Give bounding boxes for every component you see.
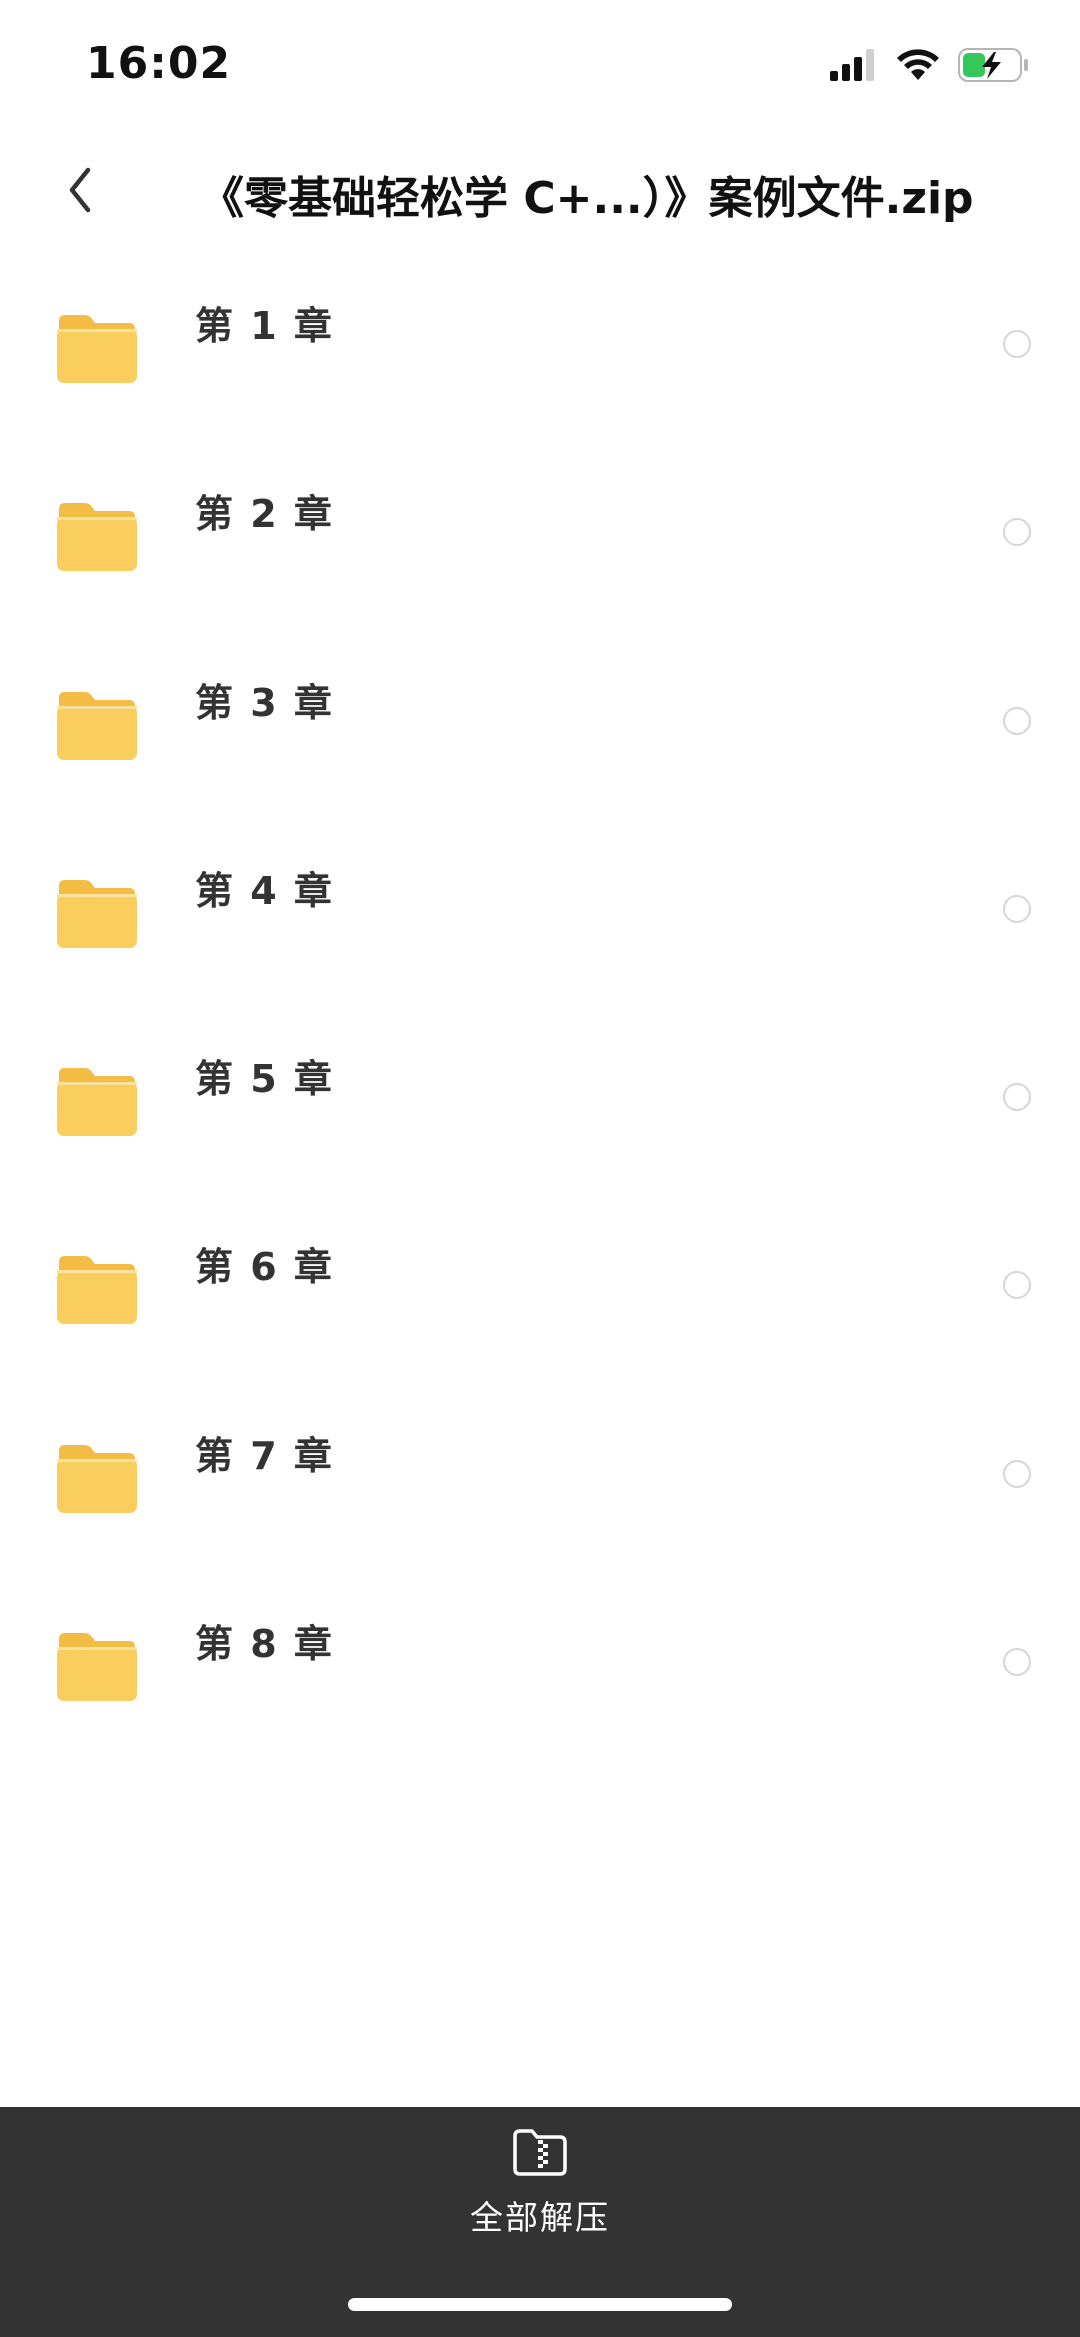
status-icons [830, 48, 1030, 82]
wifi-icon [897, 49, 939, 80]
folder-icon [57, 503, 137, 572]
list-item[interactable]: 第 8 章 [0, 1593, 1080, 1781]
extract-all-label: 全部解压 [470, 2198, 610, 2237]
list-item[interactable]: 第 4 章 [0, 840, 1080, 1028]
folder-icon [57, 691, 137, 760]
file-name: 第 8 章 [195, 1622, 334, 1667]
file-name: 第 1 章 [195, 304, 334, 348]
list-item[interactable]: 第 1 章 [0, 275, 1080, 463]
list-item[interactable]: 第 6 章 [0, 1216, 1080, 1404]
file-name: 第 3 章 [195, 680, 334, 725]
folder-icon [57, 1068, 137, 1137]
chevron-left-icon [69, 167, 91, 213]
cellular-signal-icon [830, 49, 874, 81]
select-radio[interactable] [1003, 1271, 1031, 1300]
folder-icon [57, 1256, 137, 1325]
extract-all-button[interactable]: 全部解压 [440, 2127, 640, 2247]
file-name: 第 6 章 [195, 1245, 334, 1290]
select-radio[interactable] [1003, 1083, 1031, 1112]
folder-icon [57, 315, 137, 383]
back-button[interactable] [52, 162, 108, 218]
file-name: 第 2 章 [195, 492, 334, 537]
page-title: 《零基础轻松学 C+...）》案例文件.zip [200, 173, 974, 224]
folder-icon [57, 879, 137, 948]
battery-charging-icon [958, 48, 1028, 82]
home-indicator[interactable] [348, 2298, 732, 2311]
select-radio[interactable] [1003, 518, 1031, 547]
status-bar: 16:02 [0, 0, 1080, 130]
file-name: 第 7 章 [195, 1433, 334, 1478]
nav-bar: 《零基础轻松学 C+...）》案例文件.zip [0, 150, 1080, 230]
file-name: 第 5 章 [195, 1057, 334, 1102]
status-time: 16:02 [86, 38, 232, 89]
select-radio[interactable] [1003, 706, 1031, 735]
list-item[interactable]: 第 5 章 [0, 1028, 1080, 1216]
select-radio[interactable] [1003, 330, 1031, 358]
list-item[interactable]: 第 3 章 [0, 652, 1080, 840]
folder-icon [57, 1444, 137, 1513]
list-item[interactable]: 第 2 章 [0, 463, 1080, 651]
select-radio[interactable] [1003, 1459, 1031, 1488]
file-list: 第 1 章 第 2 章 第 3 章 第 4 章 第 5 章 第 6 章 第 7 … [0, 275, 1080, 1781]
list-item[interactable]: 第 7 章 [0, 1405, 1080, 1593]
folder-icon [57, 1633, 137, 1702]
select-radio[interactable] [1003, 1648, 1031, 1677]
select-radio[interactable] [1003, 894, 1031, 923]
zip-folder-icon [513, 2129, 567, 2176]
file-name: 第 4 章 [195, 868, 334, 913]
